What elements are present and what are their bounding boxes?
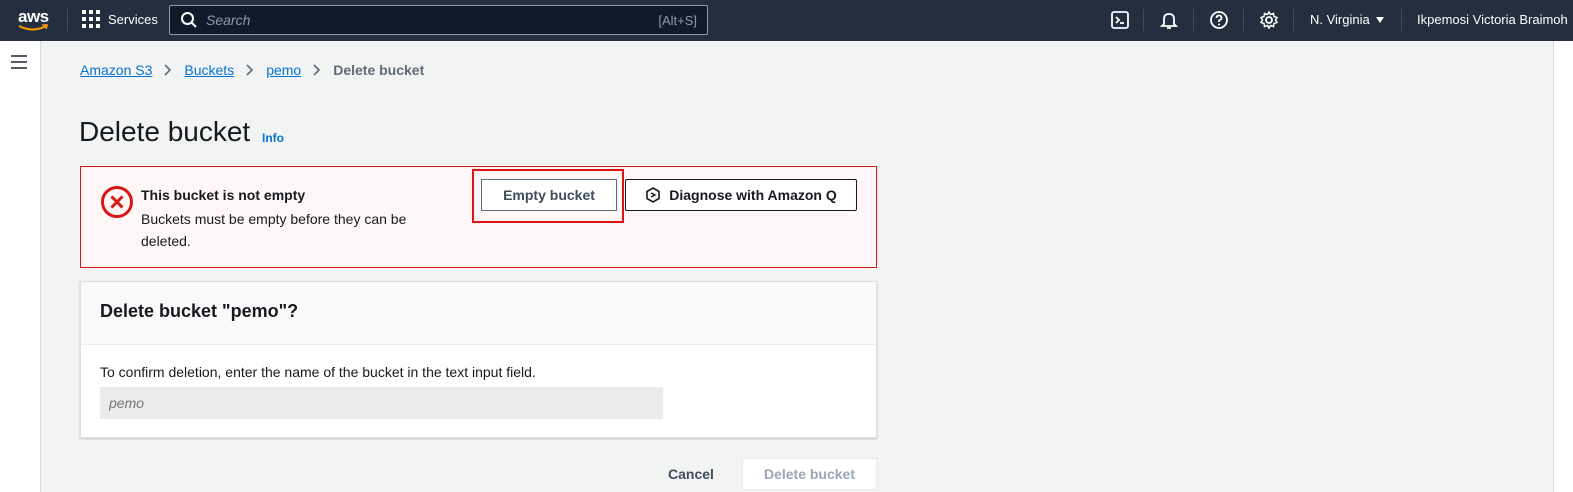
amazon-q-icon xyxy=(646,187,661,203)
aws-logo[interactable]: aws xyxy=(16,7,52,33)
page-title: Delete bucket xyxy=(79,116,251,147)
panel-title: Delete bucket "pemo"? xyxy=(100,301,299,321)
breadcrumb-current: Delete bucket xyxy=(333,62,425,78)
nav-divider xyxy=(1293,9,1294,31)
breadcrumb-bucket-name[interactable]: pemo xyxy=(266,62,301,78)
aws-smile-icon xyxy=(18,24,48,31)
help-icon[interactable] xyxy=(1209,10,1229,30)
empty-bucket-button[interactable]: Empty bucket xyxy=(481,179,617,211)
caret-down-icon xyxy=(1375,16,1384,23)
settings-icon[interactable] xyxy=(1259,10,1279,30)
search-placeholder: Search xyxy=(206,12,251,28)
chevron-right-icon xyxy=(246,64,254,76)
alert-title: This bucket is not empty xyxy=(141,187,306,203)
nav-divider xyxy=(1193,9,1194,31)
nav-divider xyxy=(1401,9,1402,31)
diagnose-with-amazon-q-button[interactable]: Diagnose with Amazon Q xyxy=(625,179,857,211)
cancel-button[interactable]: Cancel xyxy=(660,460,722,488)
grid-icon xyxy=(82,10,100,28)
panel-header: Delete bucket "pemo"? xyxy=(81,282,876,345)
search-input[interactable]: Search [Alt+S] xyxy=(169,5,708,35)
menu-icon[interactable] xyxy=(11,55,27,69)
error-alert: This bucket is not empty Buckets must be… xyxy=(80,166,877,268)
services-label: Services xyxy=(108,11,158,27)
nav-divider xyxy=(67,9,68,31)
chevron-right-icon xyxy=(164,64,172,76)
bucket-name-input[interactable] xyxy=(100,387,663,419)
info-link[interactable]: Info xyxy=(262,131,284,145)
alert-message: Buckets must be empty before they can be… xyxy=(141,211,407,249)
region-label: N. Virginia xyxy=(1310,12,1370,27)
nav-divider xyxy=(1143,9,1144,31)
diagnose-label: Diagnose with Amazon Q xyxy=(669,187,837,203)
search-icon xyxy=(181,12,197,28)
account-menu[interactable]: Ikpemosi Victoria Braimoh xyxy=(1417,12,1568,27)
delete-bucket-button[interactable]: Delete bucket xyxy=(742,458,877,490)
confirm-instructions: To confirm deletion, enter the name of t… xyxy=(100,364,536,380)
delete-confirm-panel: Delete bucket "pemo"? To confirm deletio… xyxy=(80,281,877,438)
breadcrumb-buckets[interactable]: Buckets xyxy=(184,62,234,78)
top-navigation: aws Services Search [Alt+S] N. Virginia … xyxy=(0,0,1573,41)
tools-panel-strip xyxy=(1553,41,1573,492)
bell-icon[interactable] xyxy=(1159,10,1179,30)
breadcrumb: Amazon S3 Buckets pemo Delete bucket xyxy=(80,62,424,78)
region-selector[interactable]: N. Virginia xyxy=(1310,12,1384,27)
side-navigation xyxy=(0,41,41,492)
services-menu-button[interactable]: Services xyxy=(82,10,158,28)
chevron-right-icon xyxy=(313,64,321,76)
breadcrumb-amazon-s3[interactable]: Amazon S3 xyxy=(80,62,152,78)
search-shortcut: [Alt+S] xyxy=(658,12,697,28)
error-icon xyxy=(101,186,133,218)
nav-divider xyxy=(1243,9,1244,31)
cloudshell-icon[interactable] xyxy=(1110,10,1130,30)
